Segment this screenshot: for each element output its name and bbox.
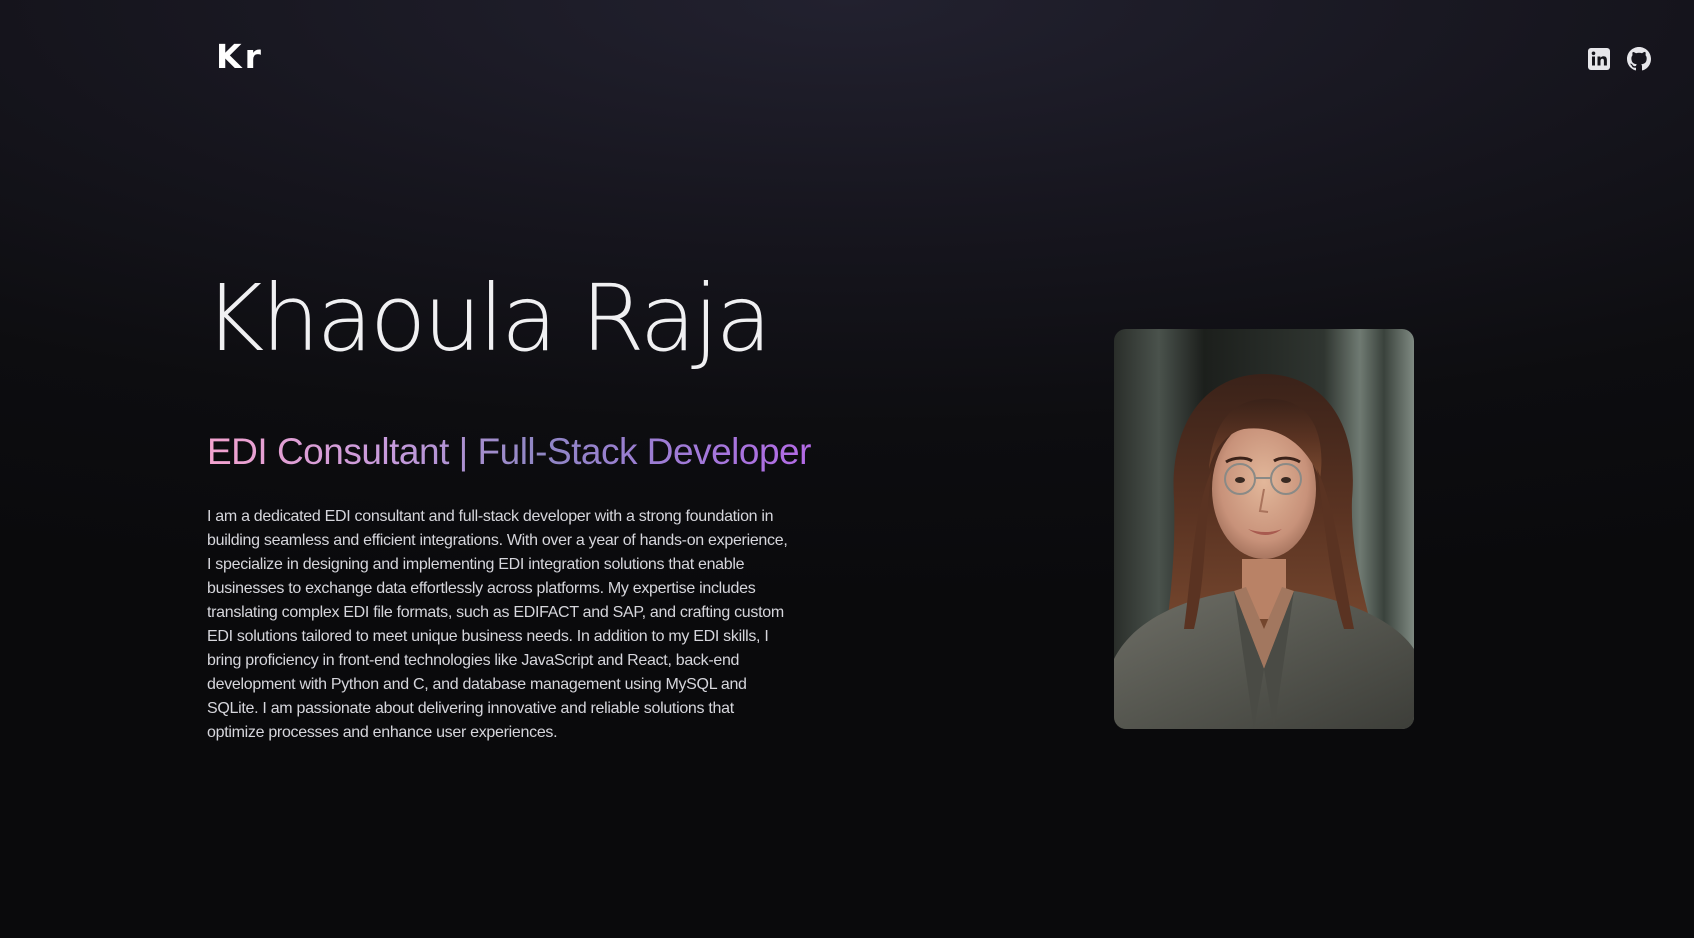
linkedin-icon [1588,48,1610,70]
linkedin-link[interactable] [1587,47,1611,71]
hero-role: EDI Consultant | Full-Stack Developer [207,430,811,474]
hero-bio: I am a dedicated EDI consultant and full… [207,508,788,741]
logo[interactable]: Kr [216,40,264,73]
github-icon [1627,47,1651,71]
github-link[interactable] [1627,47,1651,71]
profile-photo [1114,329,1414,729]
social-links [1587,47,1651,71]
hero-name: Khaoula Raja [204,265,772,372]
